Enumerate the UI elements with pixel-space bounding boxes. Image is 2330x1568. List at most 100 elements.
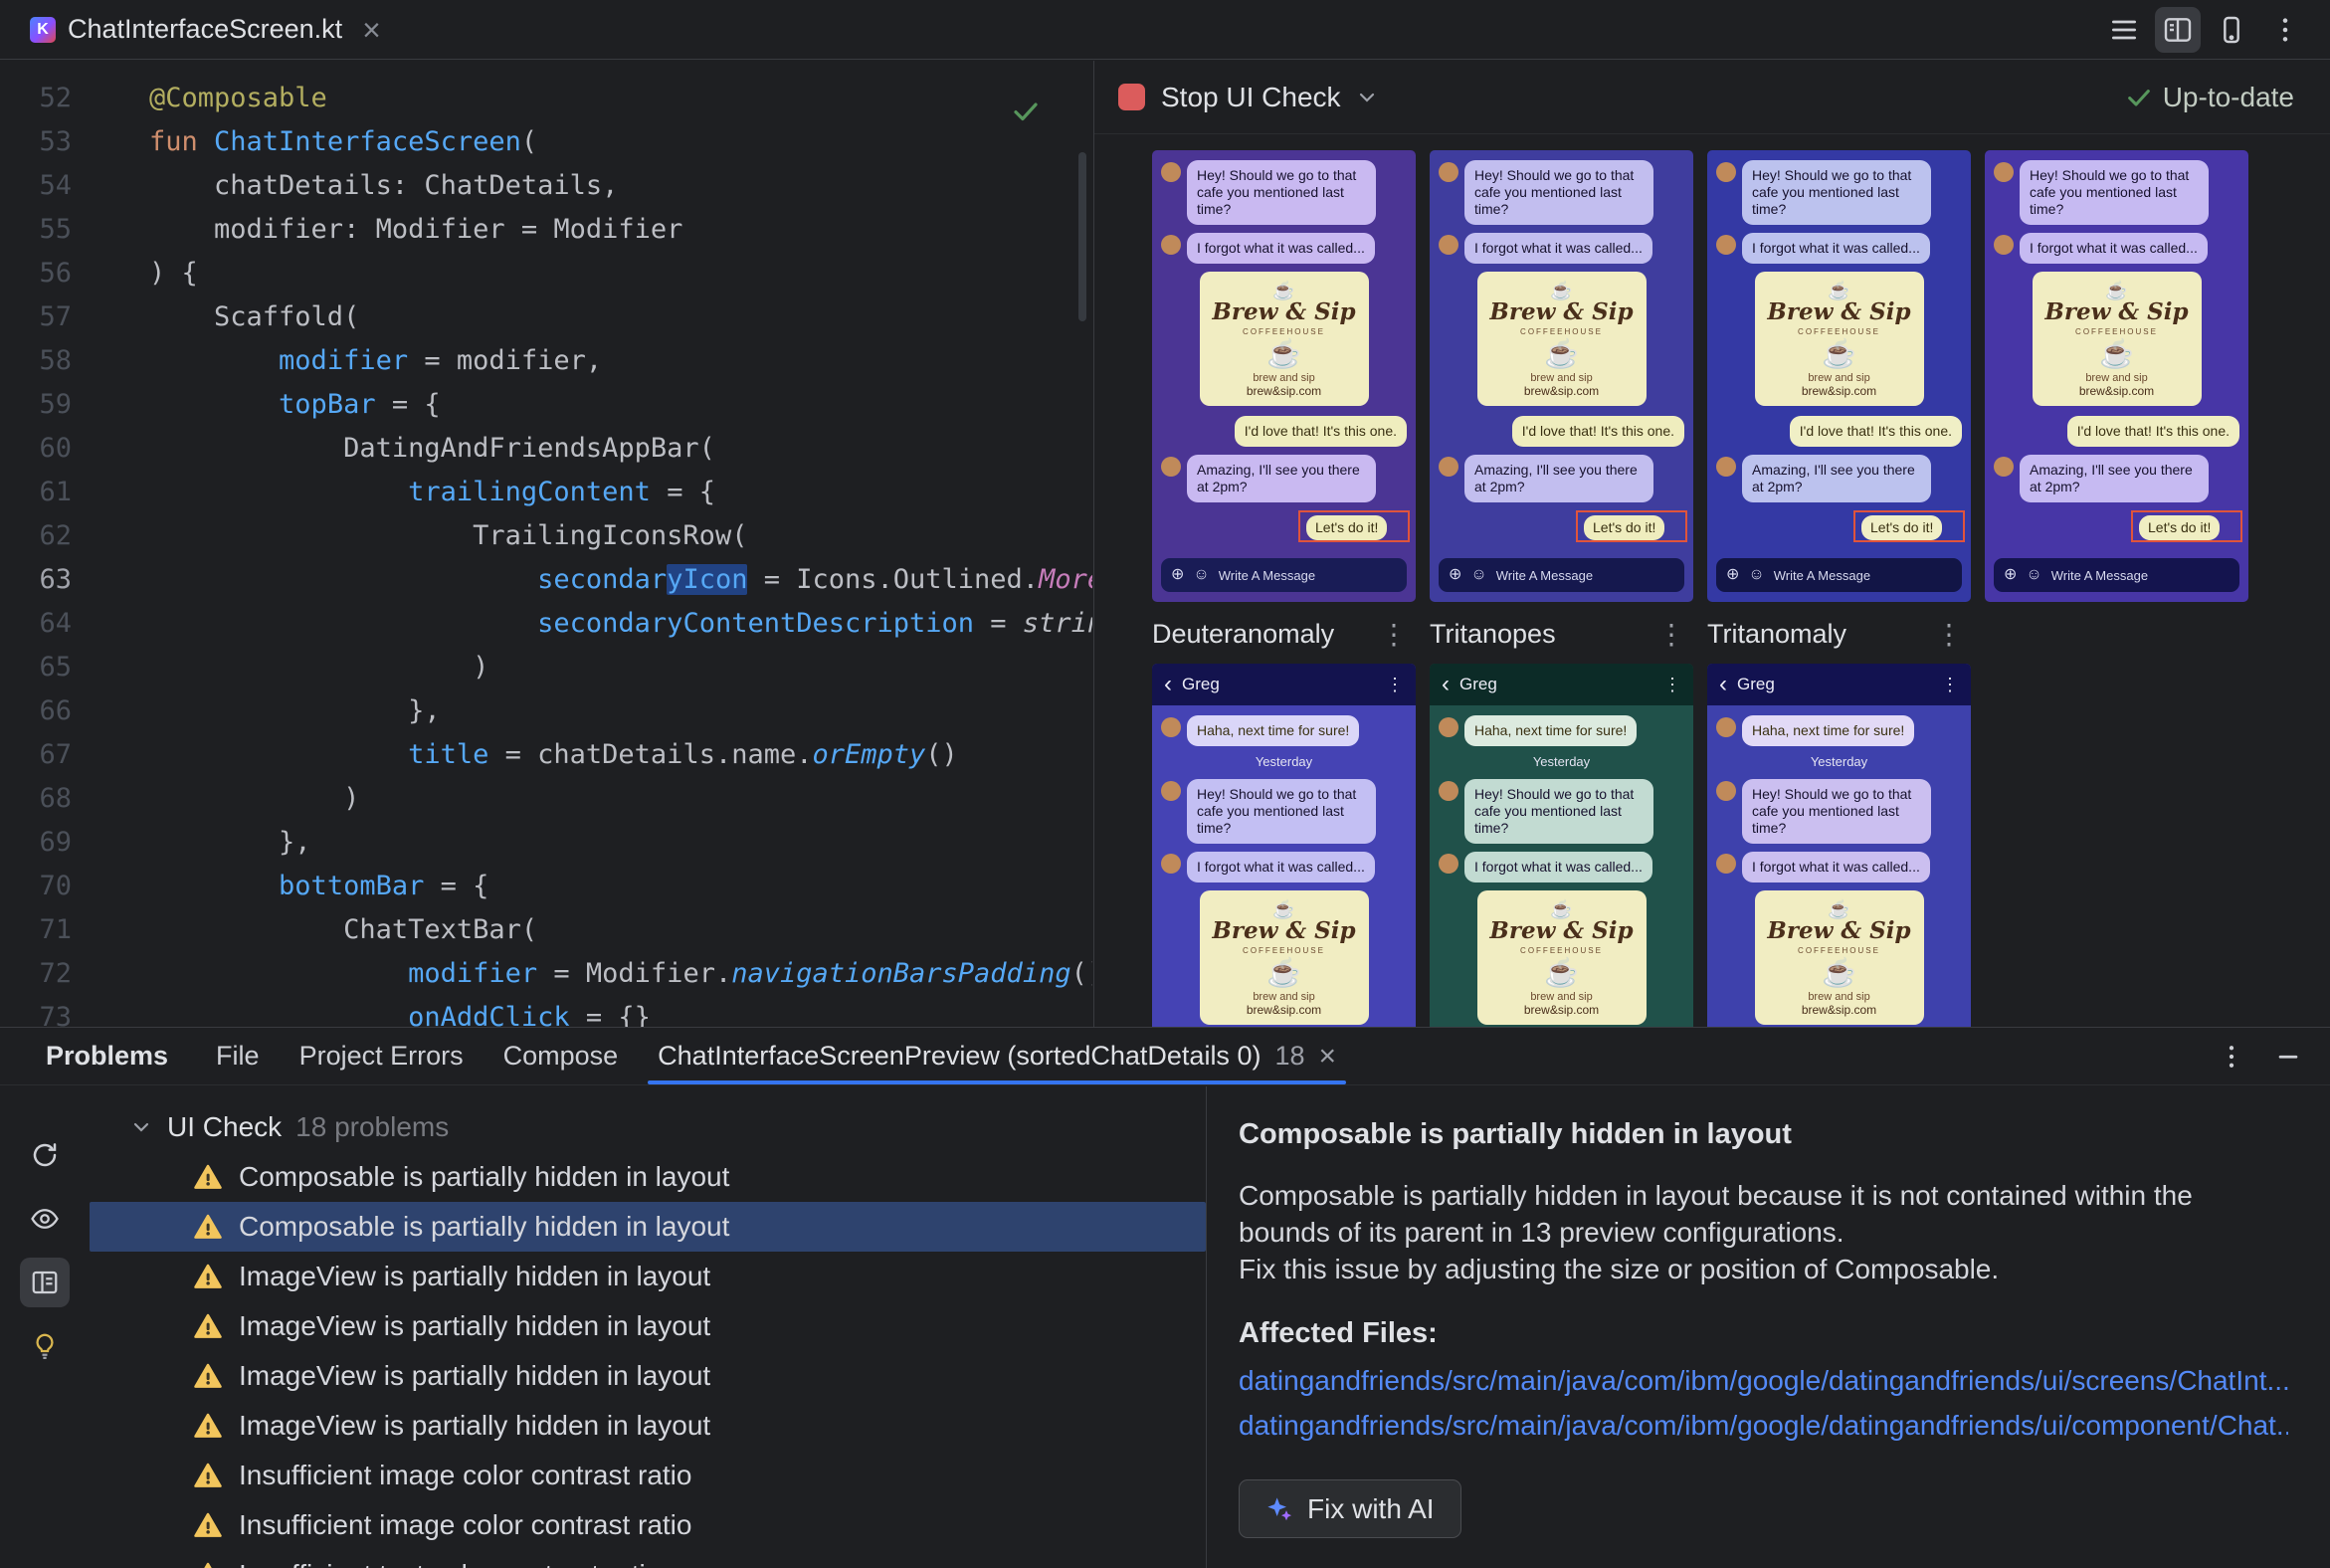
card-line1: brew and sip: [1808, 372, 1870, 385]
tab-file[interactable]: File: [196, 1028, 280, 1084]
rerun-check-icon[interactable]: [20, 1130, 70, 1180]
avatar: [1716, 162, 1736, 182]
back-icon[interactable]: ‹: [1164, 673, 1172, 696]
code-editor[interactable]: 52 @Composable 53 fun ChatInterfaceScreen(5…: [0, 61, 1092, 1027]
editor-scrollbar-thumb[interactable]: [1078, 152, 1086, 321]
message-row: I forgot what it was called...: [1716, 233, 1962, 264]
close-tab-icon[interactable]: ×: [362, 14, 381, 46]
ui-check-preview[interactable]: ‹ Greg ⋮ Haha, next time for sure! Yesterday…: [1707, 664, 1971, 1027]
link-preview-card-wrap: ☕ Brew & Sip COFFEEHOUSE ☕ brew and sip brew&…: [1439, 890, 1684, 1026]
message-row: Hey! Should we go to that cafe you menti…: [1439, 160, 1684, 225]
message-input-bar[interactable]: ⊕ ☺ Write A Message: [1439, 558, 1684, 592]
avatar: [1439, 162, 1458, 182]
add-icon[interactable]: ⊕: [1449, 567, 1461, 583]
kebab-icon[interactable]: ⋮: [1386, 675, 1404, 695]
clipped-bubble: Let's do it!: [2139, 515, 2221, 541]
tab-problems[interactable]: Problems: [26, 1028, 196, 1084]
chat-bubble: I forgot what it was called...: [2020, 233, 2208, 264]
card-image: ☕: [1266, 338, 1301, 370]
code-text: },: [149, 695, 441, 726]
problem-item[interactable]: Insufficient image color contrast ratio: [90, 1500, 1206, 1550]
emoji-icon[interactable]: ☺: [1193, 567, 1209, 583]
emoji-icon[interactable]: ☺: [2026, 567, 2041, 583]
more-options-icon[interactable]: [2217, 1042, 2246, 1072]
problem-item[interactable]: ImageView is partially hidden in layout: [90, 1252, 1206, 1301]
add-icon[interactable]: ⊕: [1171, 567, 1184, 583]
stop-ui-check-label: Stop UI Check: [1161, 81, 1341, 112]
back-icon[interactable]: ‹: [1442, 673, 1450, 696]
ui-check-preview[interactable]: Hey! Should we go to that cafe you menti…: [1430, 150, 1693, 602]
message-row: I forgot what it was called...: [1161, 233, 1407, 264]
line-number: 69: [39, 827, 72, 858]
code-line: 56) {: [0, 252, 1092, 295]
details-view-icon[interactable]: [20, 1258, 70, 1307]
code-line: 60 DatingAndFriendsAppBar(: [0, 427, 1092, 471]
group-count: 18 problems: [295, 1111, 450, 1142]
kebab-icon[interactable]: ⋮: [1657, 618, 1693, 651]
close-tab-icon[interactable]: ×: [1319, 1041, 1337, 1072]
more-options-icon[interactable]: [2262, 7, 2308, 53]
problem-item[interactable]: Composable is partially hidden in layout: [90, 1202, 1206, 1252]
add-icon[interactable]: ⊕: [1726, 567, 1739, 583]
kebab-icon[interactable]: ⋮: [1380, 618, 1416, 651]
ui-check-preview[interactable]: Hey! Should we go to that cafe you menti…: [1985, 150, 2248, 602]
tab-compose[interactable]: Compose: [484, 1028, 639, 1084]
stop-ui-check-button[interactable]: Stop UI Check: [1118, 82, 1341, 113]
ui-check-preview[interactable]: ‹ Greg ⋮ Haha, next time for sure! Yesterday…: [1152, 664, 1416, 1027]
code-text: Scaffold(: [149, 301, 360, 332]
emoji-icon[interactable]: ☺: [1748, 567, 1764, 583]
editor-actions: [2101, 6, 2330, 53]
brew-card: ☕ Brew & Sip COFFEEHOUSE ☕ brew and sip brew&…: [1476, 272, 1647, 407]
avatar: [1716, 717, 1736, 737]
tab-project-errors[interactable]: Project Errors: [280, 1028, 484, 1084]
kebab-icon[interactable]: ⋮: [1941, 675, 1959, 695]
inspections-ok-icon[interactable]: [1011, 97, 1041, 140]
message-input-bar[interactable]: ⊕ ☺ Write A Message: [1994, 558, 2239, 592]
warning-icon: [194, 1164, 222, 1189]
structure-view-icon[interactable]: [2101, 7, 2147, 53]
message-input-bar[interactable]: ⊕ ☺ Write A Message: [1161, 558, 1407, 592]
card-line2: brew&sip.com: [1246, 1003, 1322, 1018]
kebab-icon[interactable]: ⋮: [1935, 618, 1971, 651]
add-icon[interactable]: ⊕: [2004, 567, 2017, 583]
code-text: ): [149, 783, 360, 814]
brew-card: ☕ Brew & Sip COFFEEHOUSE ☕ brew and sip brew&…: [1476, 890, 1647, 1026]
message-input-placeholder: Write A Message: [2050, 567, 2149, 583]
line-number: 70: [39, 871, 72, 901]
affected-file-link[interactable]: datingandfriends/src/main/java/com/ibm/g…: [1239, 1362, 2288, 1399]
ide-window: K ChatInterfaceScreen.kt × 52 @Composable…: [0, 0, 2330, 1568]
problem-item[interactable]: Insufficient text color contrast ratio: [90, 1550, 1206, 1568]
problem-item[interactable]: ImageView is partially hidden in layout: [90, 1301, 1206, 1351]
affected-file-link[interactable]: datingandfriends/src/main/java/com/ibm/g…: [1239, 1407, 2288, 1444]
problems-group-row[interactable]: UI Check 18 problems: [90, 1102, 1206, 1152]
problem-item[interactable]: Insufficient image color contrast ratio: [90, 1451, 1206, 1500]
coffee-icon: ☕: [1550, 281, 1573, 300]
kebab-icon[interactable]: ⋮: [1663, 675, 1681, 695]
split-editor-icon[interactable]: [2155, 6, 2201, 53]
preview-toolbar: Stop UI Check Up-to-date: [1094, 61, 2330, 134]
preview-eye-icon[interactable]: [20, 1194, 70, 1244]
emoji-icon[interactable]: ☺: [1470, 567, 1486, 583]
problem-item[interactable]: Composable is partially hidden in layout: [90, 1152, 1206, 1202]
device-preview-icon[interactable]: [2209, 7, 2254, 53]
back-icon[interactable]: ‹: [1719, 673, 1727, 696]
problem-item[interactable]: ImageView is partially hidden in layout: [90, 1351, 1206, 1401]
chat-bubble: I forgot what it was called...: [1187, 233, 1375, 264]
code-text: },: [149, 827, 311, 858]
line-number: 57: [39, 301, 72, 332]
chevron-down-icon[interactable]: [1355, 86, 1379, 109]
fix-with-ai-button[interactable]: Fix with AI: [1239, 1479, 1461, 1538]
chevron-down-icon[interactable]: [129, 1115, 153, 1139]
file-tab[interactable]: K ChatInterfaceScreen.kt ×: [14, 0, 397, 59]
coffee-icon: ☕: [1272, 281, 1295, 300]
ui-check-preview[interactable]: Hey! Should we go to that cafe you menti…: [1152, 150, 1416, 602]
lightbulb-icon[interactable]: [20, 1321, 70, 1371]
problem-item[interactable]: ImageView is partially hidden in layout: [90, 1401, 1206, 1451]
problems-tab-bar: Problems File Project Errors Compose Cha…: [0, 1028, 2330, 1085]
minimize-icon[interactable]: [2274, 1043, 2302, 1071]
ui-check-preview[interactable]: Hey! Should we go to that cafe you menti…: [1707, 150, 1971, 602]
code-line: 67 title = chatDetails.name.orEmpty(): [0, 733, 1092, 777]
tab-ui-check-preview[interactable]: ChatInterfaceScreenPreview (sortedChatDe…: [638, 1028, 1356, 1084]
message-input-bar[interactable]: ⊕ ☺ Write A Message: [1716, 558, 1962, 592]
ui-check-preview[interactable]: ‹ Greg ⋮ Haha, next time for sure! Yesterday…: [1430, 664, 1693, 1027]
